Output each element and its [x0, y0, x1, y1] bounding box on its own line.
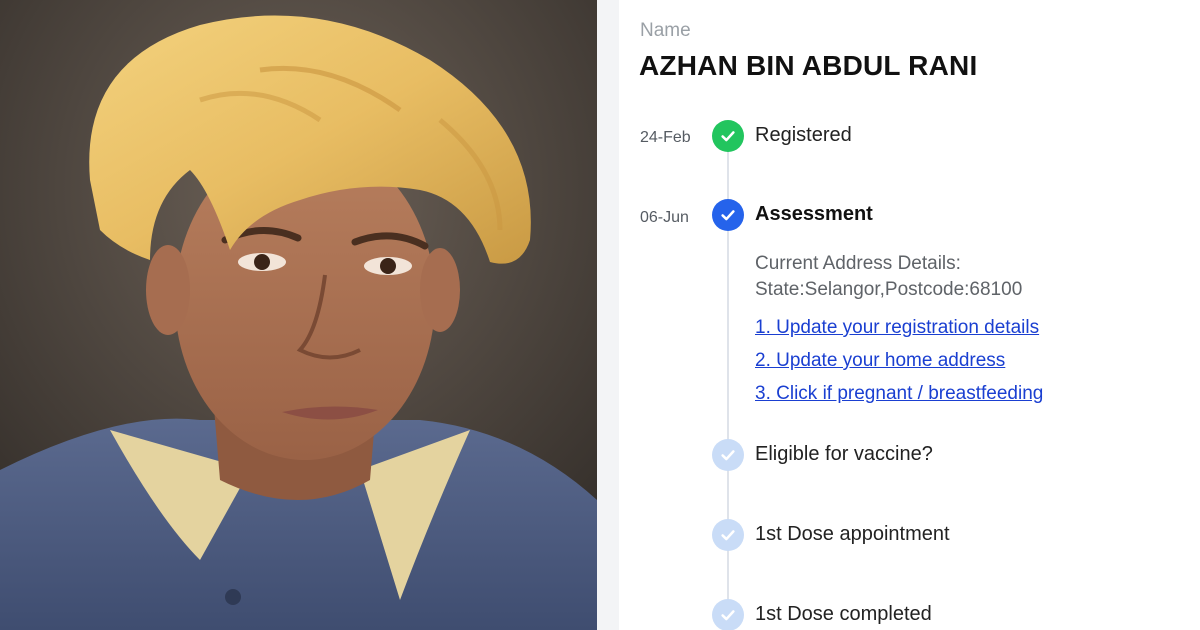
address-value: State:Selangor,Postcode:68100: [755, 279, 1023, 300]
current-address-details: Current Address Details: State:Selangor,…: [755, 251, 1022, 303]
check-circle-icon: [712, 439, 744, 471]
check-circle-icon: [712, 199, 744, 231]
step-label-assessment: Assessment: [755, 203, 873, 225]
step-label-first-dose-appointment: 1st Dose appointment: [755, 523, 950, 545]
name-label: Name: [640, 20, 691, 41]
update-home-address-link[interactable]: 2. Update your home address: [755, 350, 1005, 372]
name-value: AZHAN BIN ABDUL RANI: [639, 50, 978, 81]
portrait-photo: [0, 0, 597, 630]
vaccination-status-panel: Name AZHAN BIN ABDUL RANI 24-Feb Registe…: [619, 0, 1200, 630]
step-date-assessment: 06-Jun: [640, 209, 689, 226]
step-date-registered: 24-Feb: [640, 129, 691, 146]
step-label-registered: Registered: [755, 124, 852, 146]
step-label-first-dose-completed: 1st Dose completed: [755, 603, 932, 625]
check-circle-icon: [712, 120, 744, 152]
update-registration-link[interactable]: 1. Update your registration details: [755, 317, 1039, 339]
check-circle-icon: [712, 599, 744, 630]
check-circle-icon: [712, 519, 744, 551]
step-label-eligible: Eligible for vaccine?: [755, 443, 933, 465]
portrait-illustration: [0, 0, 597, 630]
pregnant-breastfeeding-link[interactable]: 3. Click if pregnant / breastfeeding: [755, 383, 1043, 405]
address-heading: Current Address Details:: [755, 253, 961, 274]
panel-divider: [597, 0, 619, 630]
